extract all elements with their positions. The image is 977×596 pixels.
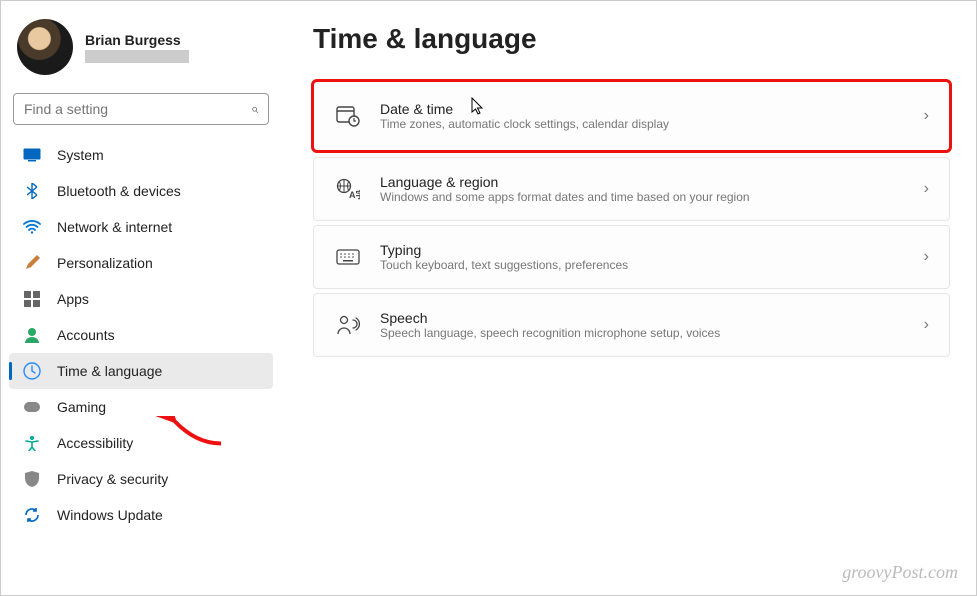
- main-content: Time & language Date & time Time zones, …: [281, 1, 976, 595]
- card-language-region[interactable]: A字 Language & region Windows and some ap…: [313, 157, 950, 221]
- card-title: Speech: [380, 310, 924, 326]
- card-date-time[interactable]: Date & time Time zones, automatic clock …: [313, 81, 950, 151]
- calendar-clock-icon: [334, 102, 362, 130]
- nav-label: Personalization: [57, 255, 153, 271]
- user-name: Brian Burgess: [85, 32, 189, 48]
- sidebar-item-network[interactable]: Network & internet: [9, 209, 273, 245]
- keyboard-icon: [334, 243, 362, 271]
- nav-label: Privacy & security: [57, 471, 168, 487]
- display-icon: [23, 146, 41, 164]
- shield-icon: [23, 470, 41, 488]
- sidebar-item-windows-update[interactable]: Windows Update: [9, 497, 273, 533]
- globe-language-icon: A字: [334, 175, 362, 203]
- sidebar-item-privacy[interactable]: Privacy & security: [9, 461, 273, 497]
- wifi-icon: [23, 218, 41, 236]
- clock-globe-icon: [23, 362, 41, 380]
- chevron-right-icon: ›: [924, 248, 929, 266]
- card-subtitle: Windows and some apps format dates and t…: [380, 190, 924, 204]
- chevron-right-icon: ›: [924, 180, 929, 198]
- avatar: [17, 19, 73, 75]
- card-subtitle: Time zones, automatic clock settings, ca…: [380, 117, 924, 131]
- bluetooth-icon: [23, 182, 41, 200]
- user-email-redacted: [85, 50, 189, 63]
- nav-label: System: [57, 147, 104, 163]
- search-input[interactable]: ⌕: [13, 93, 269, 125]
- svg-text:A字: A字: [349, 189, 360, 200]
- update-icon: [23, 506, 41, 524]
- search-field[interactable]: [24, 101, 251, 117]
- card-title: Language & region: [380, 174, 924, 190]
- chevron-right-icon: ›: [924, 107, 929, 125]
- nav-label: Gaming: [57, 399, 106, 415]
- nav-label: Time & language: [57, 363, 162, 379]
- sidebar-item-apps[interactable]: Apps: [9, 281, 273, 317]
- search-icon: ⌕: [251, 101, 258, 117]
- accessibility-icon: [23, 434, 41, 452]
- nav: System Bluetooth & devices Network & int…: [5, 137, 277, 533]
- sidebar-item-time-language[interactable]: Time & language: [9, 353, 273, 389]
- sidebar-item-personalization[interactable]: Personalization: [9, 245, 273, 281]
- apps-icon: [23, 290, 41, 308]
- card-title: Date & time: [380, 101, 924, 117]
- sidebar-item-accessibility[interactable]: Accessibility: [9, 425, 273, 461]
- user-block[interactable]: Brian Burgess: [5, 9, 277, 89]
- page-title: Time & language: [313, 23, 950, 55]
- nav-label: Accounts: [57, 327, 115, 343]
- nav-label: Network & internet: [57, 219, 172, 235]
- sidebar-item-gaming[interactable]: Gaming: [9, 389, 273, 425]
- watermark: groovyPost.com: [842, 562, 958, 583]
- chevron-right-icon: ›: [924, 316, 929, 334]
- sidebar-item-accounts[interactable]: Accounts: [9, 317, 273, 353]
- sidebar-item-bluetooth[interactable]: Bluetooth & devices: [9, 173, 273, 209]
- card-subtitle: Touch keyboard, text suggestions, prefer…: [380, 258, 924, 272]
- nav-label: Windows Update: [57, 507, 163, 523]
- card-subtitle: Speech language, speech recognition micr…: [380, 326, 924, 340]
- card-title: Typing: [380, 242, 924, 258]
- card-typing[interactable]: Typing Touch keyboard, text suggestions,…: [313, 225, 950, 289]
- sidebar-item-system[interactable]: System: [9, 137, 273, 173]
- sidebar: Brian Burgess ⌕ System Bluetooth & dev: [1, 1, 281, 595]
- card-speech[interactable]: Speech Speech language, speech recogniti…: [313, 293, 950, 357]
- gamepad-icon: [23, 398, 41, 416]
- person-icon: [23, 326, 41, 344]
- nav-label: Bluetooth & devices: [57, 183, 181, 199]
- nav-label: Apps: [57, 291, 89, 307]
- brush-icon: [23, 254, 41, 272]
- nav-label: Accessibility: [57, 435, 133, 451]
- speech-icon: [334, 311, 362, 339]
